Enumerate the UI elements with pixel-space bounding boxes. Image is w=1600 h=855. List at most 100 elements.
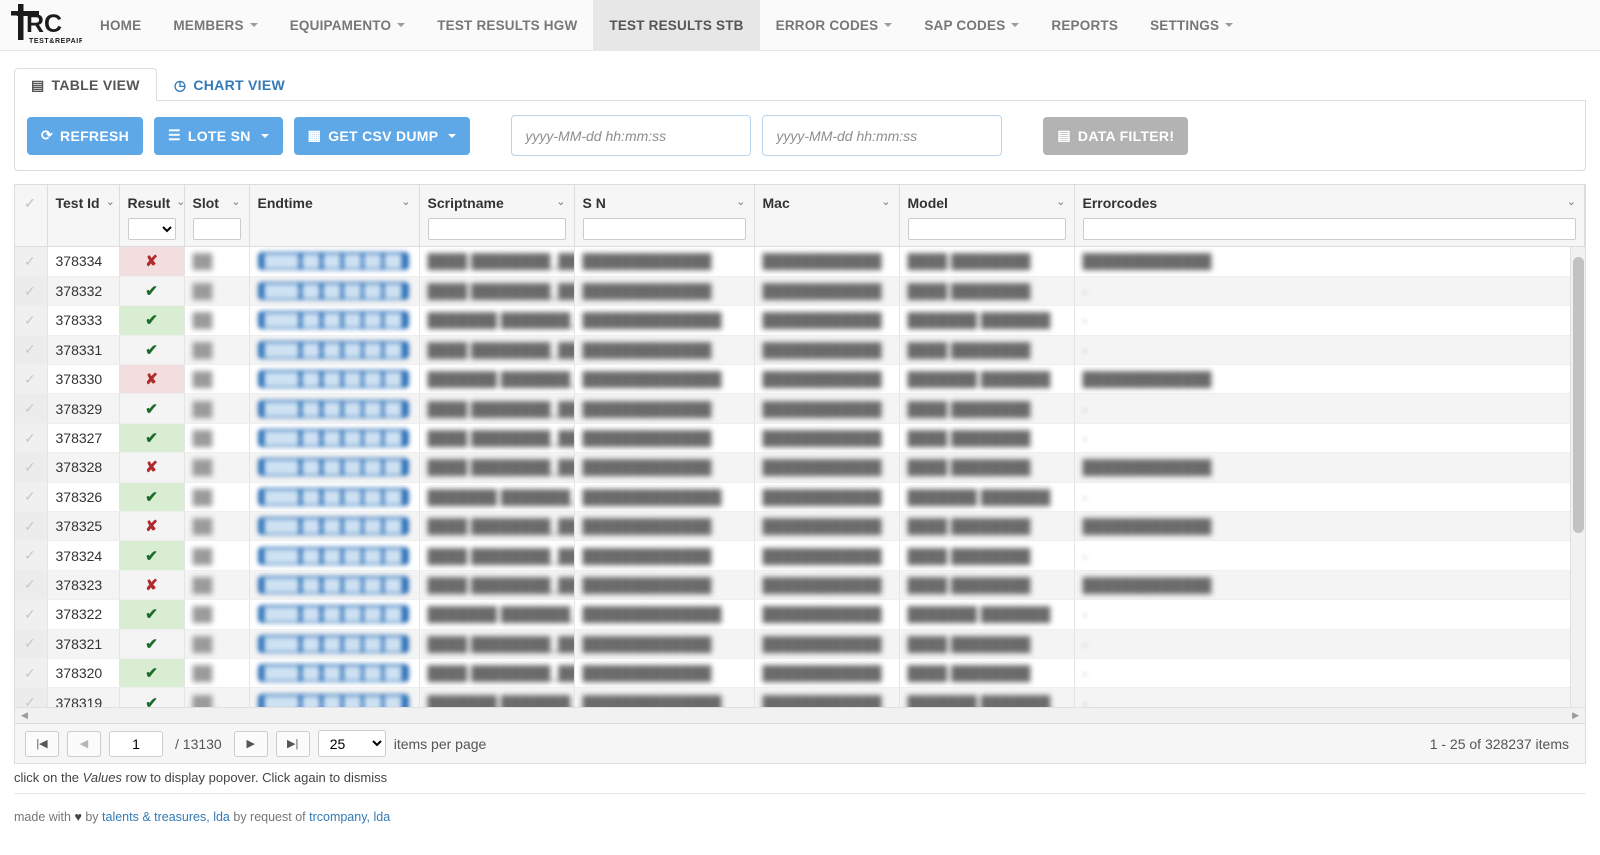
chevron-down-icon[interactable]: ⌄ bbox=[106, 197, 115, 208]
chevron-down-icon[interactable]: ⌄ bbox=[881, 197, 890, 208]
refresh-button[interactable]: ⟳ REFRESH bbox=[27, 117, 143, 155]
row-select-checkbox[interactable]: ✓ bbox=[15, 365, 47, 394]
cell-scriptname: ███████ ███████_██ bbox=[419, 600, 574, 629]
cell-slot: ██ bbox=[184, 570, 249, 599]
row-select-checkbox[interactable]: ✓ bbox=[15, 629, 47, 658]
header-col-slot[interactable]: Slot⌄ bbox=[184, 185, 249, 247]
tab-chart-view[interactable]: ◷ CHART VIEW bbox=[157, 68, 302, 101]
row-select-checkbox[interactable]: ✓ bbox=[15, 423, 47, 452]
row-select-checkbox[interactable]: ✓ bbox=[15, 335, 47, 364]
errorcodes-filter-input[interactable] bbox=[1083, 218, 1577, 240]
header-col-model[interactable]: Model⌄ bbox=[899, 185, 1074, 247]
header-col-errorcodes[interactable]: Errorcodes⌄ bbox=[1074, 185, 1585, 247]
nav-item-sap-codes[interactable]: SAP CODES bbox=[908, 0, 1035, 50]
row-select-checkbox[interactable]: ✓ bbox=[15, 512, 47, 541]
table-row[interactable]: ✓378325✘██████-██-██ ██:██:██████ ██████… bbox=[15, 512, 1585, 541]
table-row[interactable]: ✓378331✔██████-██-██ ██:██:██████ ██████… bbox=[15, 335, 1585, 364]
table-row[interactable]: ✓378329✔██████-██-██ ██:██:██████ ██████… bbox=[15, 394, 1585, 423]
date-to-input[interactable] bbox=[762, 115, 1002, 156]
row-select-checkbox[interactable]: ✓ bbox=[15, 482, 47, 511]
table-row[interactable]: ✓378327✔██████-██-██ ██:██:██████ ██████… bbox=[15, 423, 1585, 452]
chevron-down-icon[interactable]: ⌄ bbox=[736, 197, 745, 208]
errorcodes-value: - bbox=[1083, 430, 1088, 446]
page-prev-button[interactable]: ◀ bbox=[67, 731, 101, 757]
row-select-checkbox[interactable]: ✓ bbox=[15, 453, 47, 482]
header-col-scriptname[interactable]: Scriptname⌄ bbox=[419, 185, 574, 247]
cell-sn: █████████████ bbox=[574, 512, 754, 541]
cell-testid: 378326 bbox=[47, 482, 119, 511]
grid-body-scroll[interactable]: ✓378334✘██████-██-██ ██:██:██████ ██████… bbox=[15, 247, 1585, 707]
horizontal-scrollbar[interactable]: ◀ ▶ bbox=[15, 707, 1585, 723]
result-pass-icon: ✔ bbox=[145, 606, 158, 623]
table-row[interactable]: ✓378326✔██████-██-██ ██:██:█████████ ███… bbox=[15, 482, 1585, 511]
page-size-select[interactable]: 102550100 bbox=[318, 730, 386, 757]
sn-filter-input[interactable] bbox=[583, 218, 746, 240]
header-col-sn[interactable]: S N⌄ bbox=[574, 185, 754, 247]
row-select-checkbox[interactable]: ✓ bbox=[15, 570, 47, 599]
row-select-checkbox[interactable]: ✓ bbox=[15, 688, 47, 707]
page-next-button[interactable]: ▶ bbox=[234, 731, 268, 757]
table-row[interactable]: ✓378324✔██████-██-██ ██:██:██████ ██████… bbox=[15, 541, 1585, 570]
get-csv-dump-button[interactable]: ▦ GET CSV DUMP bbox=[294, 117, 471, 155]
page-first-button[interactable]: |◀ bbox=[25, 731, 59, 757]
chevron-down-icon[interactable]: ⌄ bbox=[176, 197, 185, 208]
scroll-left-arrow-icon[interactable]: ◀ bbox=[21, 710, 28, 721]
nav-item-test-results-hgw[interactable]: TEST RESULTS HGW bbox=[421, 0, 593, 50]
table-row[interactable]: ✓378322✔██████-██-██ ██:██:█████████ ███… bbox=[15, 600, 1585, 629]
table-row[interactable]: ✓378330✘██████-██-██ ██:██:█████████ ███… bbox=[15, 365, 1585, 394]
table-row[interactable]: ✓378319✔██████-██-██ ██:██:█████████ ███… bbox=[15, 688, 1585, 707]
page-number-input[interactable] bbox=[109, 731, 163, 757]
chevron-down-icon[interactable]: ⌄ bbox=[401, 197, 410, 208]
table-row[interactable]: ✓378323✘██████-██-██ ██:██:██████ ██████… bbox=[15, 570, 1585, 599]
row-select-checkbox[interactable]: ✓ bbox=[15, 541, 47, 570]
brand-logo[interactable]: RC TEST&REPAIR bbox=[0, 0, 84, 50]
vertical-scroll-thumb[interactable] bbox=[1573, 257, 1584, 533]
row-select-checkbox[interactable]: ✓ bbox=[15, 276, 47, 305]
vertical-scrollbar[interactable] bbox=[1570, 247, 1585, 707]
nav-item-settings[interactable]: SETTINGS bbox=[1134, 0, 1249, 50]
row-select-checkbox[interactable]: ✓ bbox=[15, 247, 47, 276]
header-select-all[interactable]: ✓ bbox=[15, 185, 47, 247]
testid-value: 378322 bbox=[56, 606, 103, 622]
scroll-right-arrow-icon[interactable]: ▶ bbox=[1572, 710, 1579, 721]
row-select-checkbox[interactable]: ✓ bbox=[15, 658, 47, 687]
endtime-badge: ████-██-██ ██:██:██ bbox=[258, 517, 409, 535]
header-col-testid[interactable]: Test Id⌄ bbox=[47, 185, 119, 247]
nav-item-members[interactable]: MEMBERS bbox=[157, 0, 273, 50]
model-filter-input[interactable] bbox=[908, 218, 1066, 240]
header-col-mac[interactable]: Mac⌄ bbox=[754, 185, 899, 247]
table-row[interactable]: ✓378320✔██████-██-██ ██:██:██████ ██████… bbox=[15, 658, 1585, 687]
nav-item-home[interactable]: HOME bbox=[84, 0, 157, 50]
footer-company-link[interactable]: trcompany, lda bbox=[309, 810, 390, 824]
svg-text:RC: RC bbox=[26, 10, 62, 38]
chevron-down-icon[interactable]: ⌄ bbox=[1567, 197, 1576, 208]
page-last-button[interactable]: ▶| bbox=[276, 731, 310, 757]
row-select-checkbox[interactable]: ✓ bbox=[15, 306, 47, 335]
chevron-down-icon[interactable]: ⌄ bbox=[1056, 197, 1065, 208]
chevron-down-icon[interactable]: ⌄ bbox=[556, 197, 565, 208]
header-col-endtime[interactable]: Endtime⌄ bbox=[249, 185, 419, 247]
table-row[interactable]: ✓378321✔██████-██-██ ██:██:██████ ██████… bbox=[15, 629, 1585, 658]
date-from-input[interactable] bbox=[511, 115, 751, 156]
nav-item-equipamento[interactable]: EQUIPAMENTO bbox=[274, 0, 421, 50]
nav-item-error-codes[interactable]: ERROR CODES bbox=[760, 0, 909, 50]
table-row[interactable]: ✓378333✔██████-██-██ ██:██:█████████ ███… bbox=[15, 306, 1585, 335]
table-row[interactable]: ✓378332✔██████-██-██ ██:██:██████ ██████… bbox=[15, 276, 1585, 305]
nav-item-test-results-stb[interactable]: TEST RESULTS STB bbox=[593, 0, 759, 50]
lote-sn-dropdown-button[interactable]: ☰ LOTE SN bbox=[154, 117, 283, 155]
footer-author-link[interactable]: talents & treasures, lda bbox=[102, 810, 230, 824]
result-filter-select[interactable] bbox=[128, 218, 176, 240]
tab-table-view[interactable]: ▤ TABLE VIEW bbox=[14, 68, 157, 101]
row-select-checkbox[interactable]: ✓ bbox=[15, 394, 47, 423]
header-col-result[interactable]: Result⌄ bbox=[119, 185, 184, 247]
data-filter-button[interactable]: ▤ DATA FILTER! bbox=[1043, 117, 1188, 155]
row-select-checkbox[interactable]: ✓ bbox=[15, 600, 47, 629]
table-row[interactable]: ✓378328✘██████-██-██ ██:██:██████ ██████… bbox=[15, 453, 1585, 482]
table-row[interactable]: ✓378334✘██████-██-██ ██:██:██████ ██████… bbox=[15, 247, 1585, 276]
cell-result: ✔ bbox=[119, 688, 184, 707]
mac-value: ████████████ bbox=[763, 371, 882, 387]
chevron-down-icon[interactable]: ⌄ bbox=[231, 197, 240, 208]
slot-filter-input[interactable] bbox=[193, 218, 241, 240]
nav-item-reports[interactable]: REPORTS bbox=[1035, 0, 1134, 50]
scriptname-filter-input[interactable] bbox=[428, 218, 566, 240]
